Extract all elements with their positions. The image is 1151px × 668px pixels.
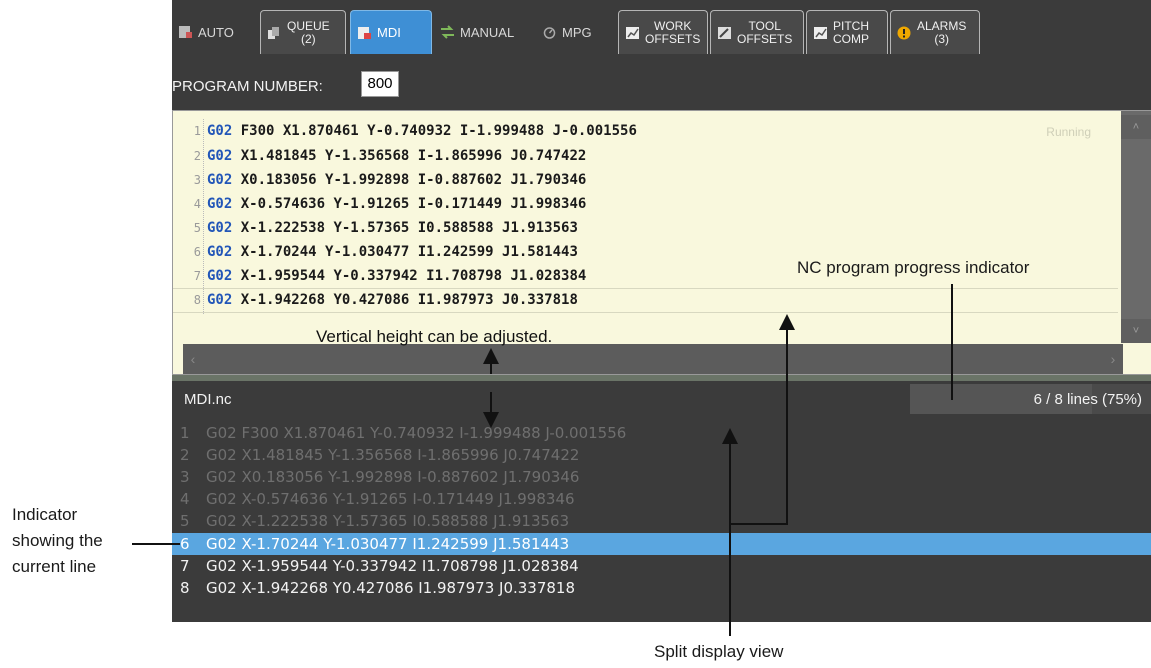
- arrow-split-to-editor: [729, 314, 795, 620]
- annotation-arrows: [132, 284, 953, 636]
